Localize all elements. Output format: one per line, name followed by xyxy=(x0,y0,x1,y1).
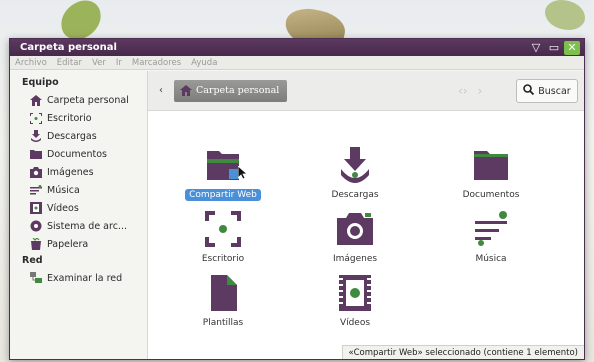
back-button[interactable]: ‹ xyxy=(154,85,168,96)
close-button[interactable]: ✕ xyxy=(564,40,580,55)
menu-marcadores[interactable]: Marcadores xyxy=(127,58,186,68)
home-icon xyxy=(180,85,192,96)
file-label: Documentos xyxy=(462,190,520,200)
file-label: Imágenes xyxy=(332,254,378,264)
search-label: Buscar xyxy=(538,85,571,97)
status-bar: «Compartir Web» seleccionado (contiene 1… xyxy=(341,345,584,359)
home-icon xyxy=(30,94,42,106)
sidebar-item-imagenes[interactable]: Imágenes xyxy=(22,163,147,181)
menu-ayuda[interactable]: Ayuda xyxy=(186,58,222,68)
file-manager-window: Carpeta personal ▽ ▭ ✕ Archivo Editar Ve… xyxy=(9,38,585,360)
pictures-folder-icon xyxy=(335,209,375,249)
film-icon xyxy=(30,202,42,214)
nav-forward-icon[interactable]: › xyxy=(478,84,483,98)
sidebar-item-escritorio[interactable]: Escritorio xyxy=(22,109,147,127)
menu-editar[interactable]: Editar xyxy=(52,58,87,68)
sidebar: Equipo Carpeta personal Escritorio Desca… xyxy=(10,71,148,359)
sidebar-item-videos[interactable]: Vídeos xyxy=(22,199,147,217)
file-label: Compartir Web xyxy=(185,189,261,201)
menu-archivo[interactable]: Archivo xyxy=(10,58,52,68)
download-icon xyxy=(30,130,42,142)
sidebar-section-equipo: Equipo xyxy=(22,77,59,88)
desktop-folder-icon xyxy=(203,209,243,249)
menu-ir[interactable]: Ir xyxy=(111,58,127,68)
desktop-icon xyxy=(30,112,42,124)
file-item-imagenes[interactable]: Imágenes xyxy=(300,209,410,265)
file-label: Vídeos xyxy=(339,318,371,328)
menubar: Archivo Editar Ver Ir Marcadores Ayuda xyxy=(10,56,584,70)
nav-back-icon[interactable]: ‹› xyxy=(458,84,468,98)
maximize-button[interactable]: ▭ xyxy=(546,41,562,55)
sidebar-item-label: Imágenes xyxy=(47,166,94,178)
wallpaper-leaf-right xyxy=(545,0,585,30)
sidebar-section-red: Red xyxy=(22,255,43,266)
search-icon xyxy=(523,84,535,98)
share-web-folder-icon xyxy=(203,145,243,185)
file-item-compartir-web[interactable]: Compartir Web xyxy=(168,145,278,201)
breadcrumb-label: Carpeta personal xyxy=(196,85,280,96)
sidebar-item-documentos[interactable]: Documentos xyxy=(22,145,147,163)
file-label: Descargas xyxy=(331,190,379,200)
sidebar-item-label: Vídeos xyxy=(47,202,79,214)
templates-folder-icon xyxy=(203,273,243,313)
music-icon xyxy=(30,184,42,196)
file-item-escritorio[interactable]: Escritorio xyxy=(168,209,278,265)
breadcrumb-carpeta-personal[interactable]: Carpeta personal xyxy=(174,79,288,102)
network-icon xyxy=(30,272,42,284)
sidebar-item-label: Escritorio xyxy=(47,112,92,124)
file-label: Música xyxy=(475,254,507,264)
file-item-documentos[interactable]: Documentos xyxy=(436,145,546,201)
file-item-musica[interactable]: Música xyxy=(436,209,546,265)
sidebar-item-sistema-de-archivos[interactable]: Sistema de arc... xyxy=(22,217,147,235)
camera-icon xyxy=(30,166,42,178)
disk-icon xyxy=(30,220,42,232)
file-item-videos[interactable]: Vídeos xyxy=(300,273,410,329)
videos-folder-icon xyxy=(335,273,375,313)
documents-folder-icon xyxy=(471,145,511,185)
menu-ver[interactable]: Ver xyxy=(87,58,111,68)
download-folder-icon xyxy=(335,145,375,185)
sidebar-item-musica[interactable]: Música xyxy=(22,181,147,199)
trash-icon xyxy=(30,238,42,250)
mouse-cursor-icon xyxy=(237,165,249,183)
titlebar[interactable]: Carpeta personal ▽ ▭ ✕ xyxy=(10,39,584,56)
folder-icon xyxy=(30,148,42,160)
file-item-descargas[interactable]: Descargas xyxy=(300,145,410,201)
sidebar-item-descargas[interactable]: Descargas xyxy=(22,127,147,145)
sidebar-item-label: Descargas xyxy=(47,130,97,142)
sidebar-item-label: Sistema de arc... xyxy=(47,220,127,232)
sidebar-item-papelera[interactable]: Papelera xyxy=(22,235,147,253)
sidebar-item-label: Música xyxy=(47,184,80,196)
music-folder-icon xyxy=(471,209,511,249)
file-label: Plantillas xyxy=(202,318,244,328)
sidebar-item-label: Examinar la red xyxy=(47,272,123,284)
window-title: Carpeta personal xyxy=(20,42,117,53)
file-item-plantillas[interactable]: Plantillas xyxy=(168,273,278,329)
sidebar-item-carpeta-personal[interactable]: Carpeta personal xyxy=(22,91,147,109)
file-label: Escritorio xyxy=(201,254,245,264)
sidebar-item-examinar-la-red[interactable]: Examinar la red xyxy=(22,269,147,287)
toolbar: ‹ Carpeta personal ‹› › Buscar xyxy=(148,71,584,111)
sidebar-item-label: Papelera xyxy=(47,238,89,250)
minimize-button[interactable]: ▽ xyxy=(528,41,544,55)
sidebar-item-label: Documentos xyxy=(47,148,107,160)
search-button[interactable]: Buscar xyxy=(516,79,578,103)
file-view: ‹ Carpeta personal ‹› › Buscar Compartir… xyxy=(148,71,584,359)
sidebar-item-label: Carpeta personal xyxy=(47,94,129,106)
